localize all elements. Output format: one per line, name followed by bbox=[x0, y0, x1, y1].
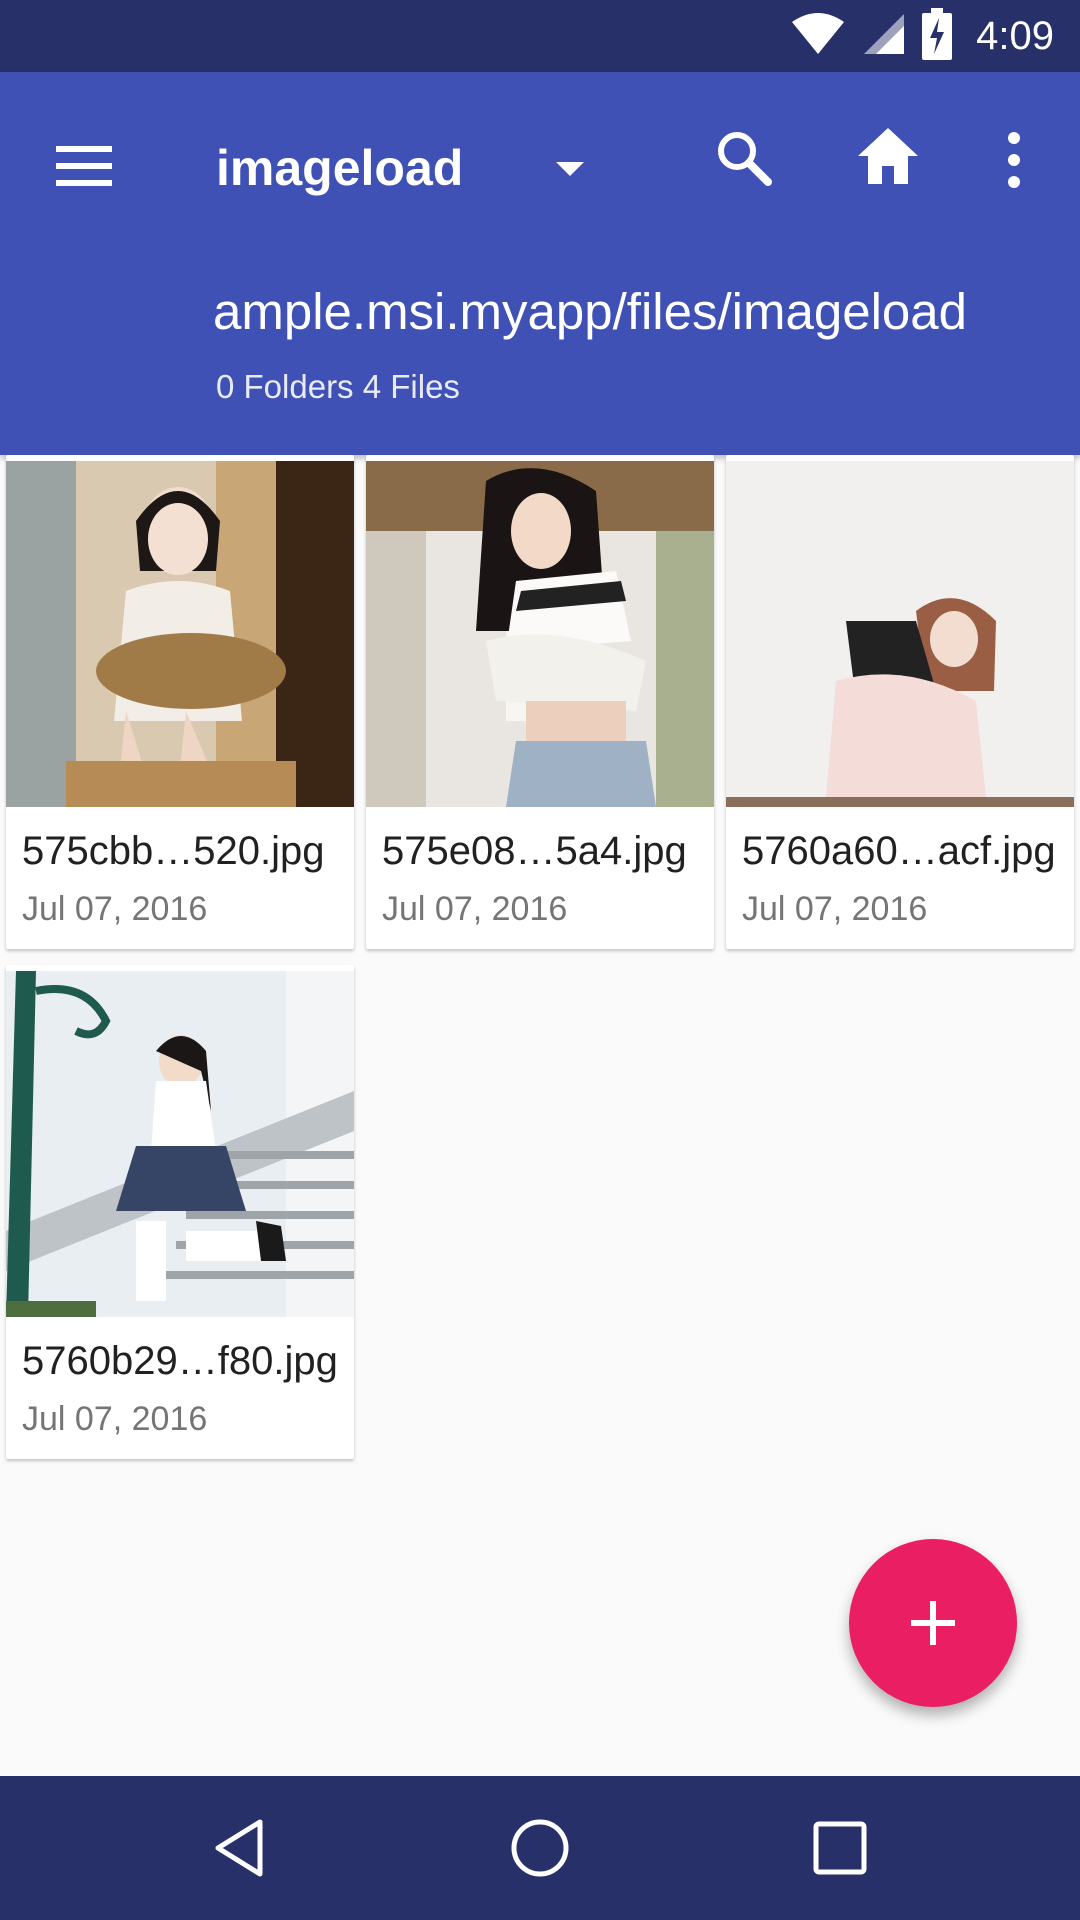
folder-path: ample.msi.myapp/files/imageload bbox=[213, 283, 967, 340]
status-time: 4:09 bbox=[976, 13, 1054, 58]
file-date: Jul 07, 2016 bbox=[22, 890, 208, 928]
battery-charging-icon bbox=[922, 7, 953, 65]
file-card[interactable]: 575e08…5a4.jpg Jul 07, 2016 bbox=[366, 455, 714, 949]
folder-file-count: 0 Folders 4 Files bbox=[216, 368, 460, 405]
page-title: imageload bbox=[216, 140, 464, 196]
file-name: 5760b29…f80.jpg bbox=[22, 1339, 338, 1383]
menu-icon[interactable] bbox=[52, 134, 116, 198]
file-card[interactable]: 575cbb…520.jpg Jul 07, 2016 bbox=[6, 455, 354, 949]
file-date: Jul 07, 2016 bbox=[382, 890, 568, 928]
folder-title-dropdown[interactable]: imageload bbox=[216, 128, 463, 208]
wifi-icon bbox=[790, 12, 846, 61]
app-bar: imageload ample.msi.myapp/files/imageloa… bbox=[0, 72, 1080, 455]
more-vert-icon[interactable] bbox=[994, 126, 1034, 194]
image-thumbnail bbox=[726, 461, 1074, 807]
file-date: Jul 07, 2016 bbox=[22, 1400, 208, 1438]
add-icon bbox=[911, 1601, 955, 1645]
file-card[interactable]: 5760a60…acf.jpg Jul 07, 2016 bbox=[726, 455, 1074, 949]
signal-icon bbox=[862, 12, 906, 61]
status-icons: 4:09 bbox=[790, 0, 1054, 72]
add-button[interactable] bbox=[849, 1539, 1017, 1707]
file-name: 575e08…5a4.jpg bbox=[382, 829, 687, 873]
home-icon[interactable] bbox=[854, 122, 922, 190]
navigation-bar bbox=[0, 1776, 1080, 1920]
image-thumbnail bbox=[6, 461, 354, 807]
dropdown-icon[interactable] bbox=[550, 150, 590, 190]
file-date: Jul 07, 2016 bbox=[742, 890, 928, 928]
image-thumbnail bbox=[6, 971, 354, 1317]
file-name: 575cbb…520.jpg bbox=[22, 829, 325, 873]
status-bar: 4:09 bbox=[0, 0, 1080, 72]
search-icon[interactable] bbox=[712, 126, 776, 190]
file-card[interactable]: 5760b29…f80.jpg Jul 07, 2016 bbox=[6, 965, 354, 1459]
home-circle-icon[interactable] bbox=[508, 1816, 572, 1880]
recents-icon[interactable] bbox=[808, 1816, 872, 1880]
back-icon[interactable] bbox=[208, 1816, 272, 1880]
image-thumbnail bbox=[366, 461, 714, 807]
file-name: 5760a60…acf.jpg bbox=[742, 829, 1056, 873]
